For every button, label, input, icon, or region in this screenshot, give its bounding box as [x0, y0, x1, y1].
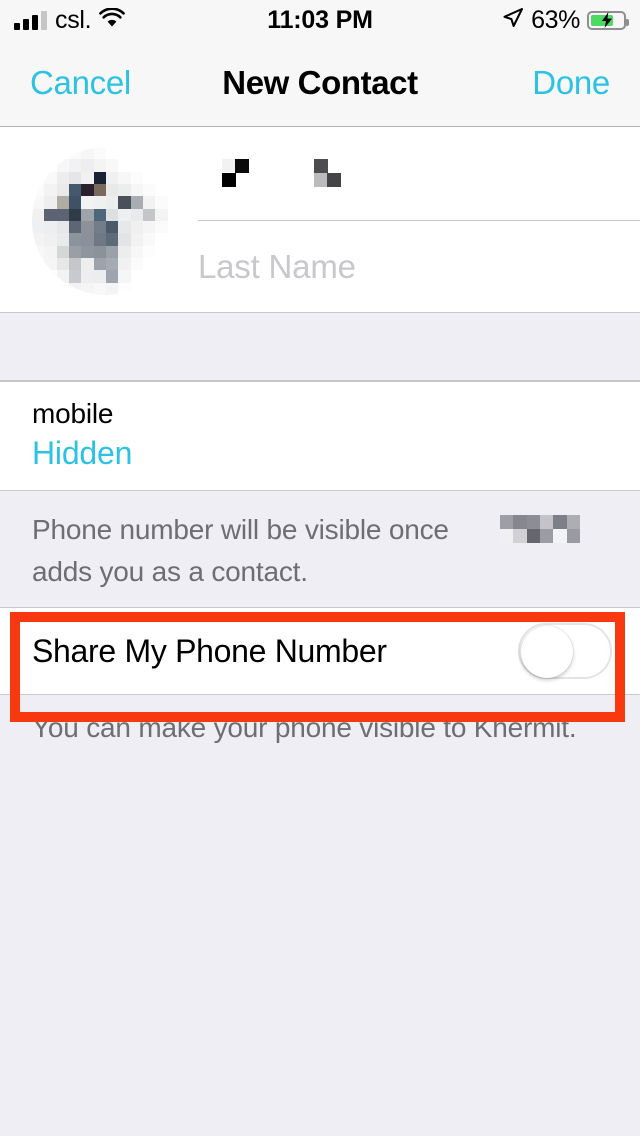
section-spacer [0, 313, 640, 381]
share-my-phone-number-toggle[interactable] [518, 623, 612, 679]
first-name-field[interactable] [198, 128, 640, 220]
avatar-pixelated-image [32, 147, 180, 295]
phone-number-row[interactable]: mobile Hidden [0, 381, 640, 491]
share-my-phone-number-row[interactable]: Share My Phone Number [0, 607, 640, 695]
last-name-placeholder: Last Name [198, 248, 356, 285]
redacted-contact-name [500, 515, 580, 543]
location-arrow-icon [502, 7, 524, 34]
share-my-phone-number-label: Share My Phone Number [32, 632, 387, 669]
name-fields: Last Name [198, 128, 640, 312]
last-name-field[interactable]: Last Name [198, 220, 640, 313]
phone-value[interactable]: Hidden [32, 432, 640, 474]
phone-visibility-note-line1: Phone number will be visible once [32, 514, 449, 545]
phone-label: mobile [32, 398, 114, 429]
first-name-redacted-value [198, 157, 358, 191]
phone-visibility-note-line2: adds you as a contact. [32, 556, 308, 587]
contact-form: Last Name mobile Hidden Phone number wil… [0, 128, 640, 1136]
toggle-knob [521, 626, 573, 678]
name-card: Last Name [0, 128, 640, 313]
battery-percent-label: 63% [531, 5, 580, 34]
share-phone-note: You can make your phone visible to Kherm… [0, 695, 640, 747]
avatar[interactable] [32, 147, 180, 295]
cancel-button[interactable]: Cancel [30, 64, 131, 102]
status-bar: csl. 11:03 PM 63% [0, 0, 640, 40]
phone-visibility-note: Phone number will be visible once adds y… [0, 491, 640, 607]
battery-charging-icon [587, 10, 629, 30]
status-bar-right: 63% [502, 5, 629, 35]
done-button[interactable]: Done [532, 64, 610, 102]
navigation-bar: Cancel New Contact Done [0, 40, 640, 127]
